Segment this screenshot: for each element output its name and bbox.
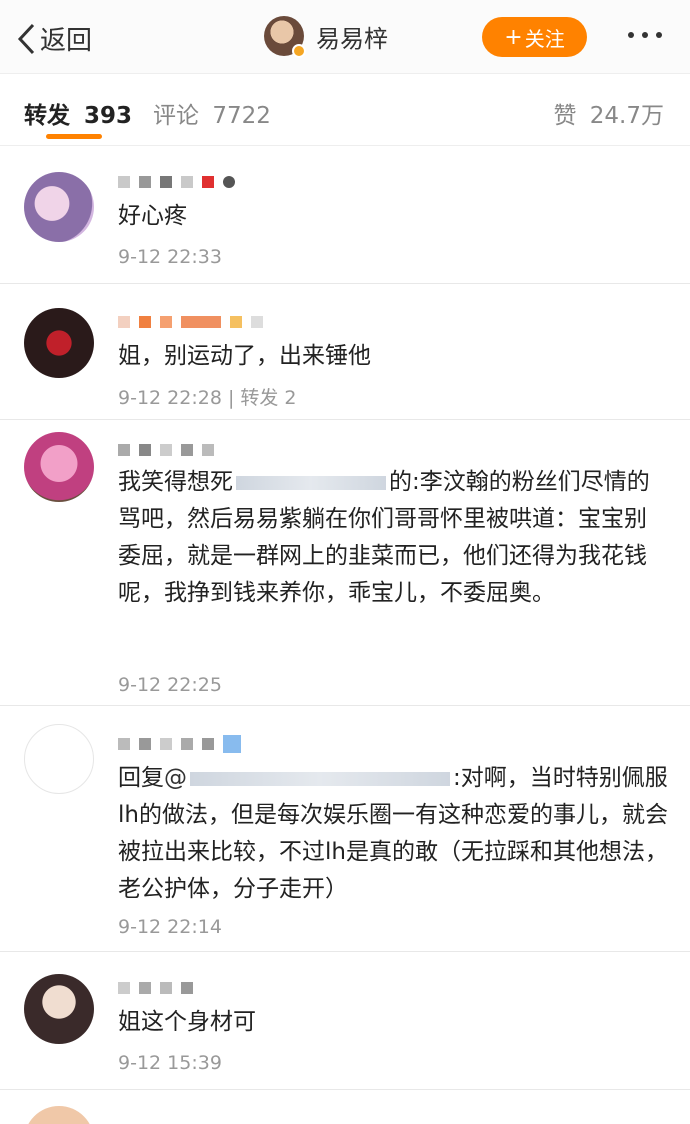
username-obscured[interactable] bbox=[118, 172, 244, 192]
follow-button[interactable]: + 关注 bbox=[482, 17, 587, 57]
verified-badge-icon bbox=[292, 44, 306, 58]
plus-icon: + bbox=[504, 24, 523, 50]
chevron-left-icon bbox=[17, 23, 35, 54]
comment-timestamp: 9-12 22:33 bbox=[118, 246, 222, 268]
avatar[interactable] bbox=[24, 172, 94, 242]
list-item[interactable] bbox=[0, 1090, 690, 1124]
tab-comments-label: 评论 bbox=[153, 103, 199, 129]
comment-prefix: 我笑得想死 bbox=[118, 469, 233, 495]
top-bar: 返回 易易梓 + 关注 bbox=[0, 0, 690, 74]
avatar[interactable] bbox=[264, 16, 306, 58]
list-item[interactable]: 好心疼 9-12 22:33 bbox=[0, 146, 690, 284]
tab-comments-count: 7722 bbox=[212, 103, 271, 129]
comment-text: 姐这个身材可 bbox=[118, 1009, 256, 1035]
more-options-icon[interactable] bbox=[628, 32, 662, 38]
comment-prefix-mid: 的: bbox=[389, 469, 420, 495]
author-name[interactable]: 易易梓 bbox=[316, 19, 388, 54]
list-item[interactable]: 回复@:对啊，当时特别佩服lh的做法，但是每次娱乐圈一有这种恋爱的事儿，就会被拉… bbox=[0, 706, 690, 952]
comment-text-block: 回复@:对啊，当时特别佩服lh的做法，但是每次娱乐圈一有这种恋爱的事儿，就会被拉… bbox=[118, 760, 668, 908]
tab-likes-label: 赞 bbox=[553, 103, 577, 129]
follow-label: 关注 bbox=[524, 26, 565, 51]
comment-timestamp: 9-12 15:39 bbox=[118, 1052, 222, 1074]
username-obscured[interactable] bbox=[118, 978, 202, 998]
comment-text: :对啊，当时特别佩服lh的做法，但是每次娱乐圈一有这种恋爱的事儿，就会被拉出来比… bbox=[118, 765, 668, 902]
post-author[interactable]: 易易梓 bbox=[264, 16, 388, 58]
avatar[interactable] bbox=[24, 1106, 94, 1124]
tab-repost-count: 393 bbox=[84, 103, 133, 129]
comment-timestamp: 9-12 22:28 | 转发 2 bbox=[118, 387, 297, 409]
tab-repost-label: 转发 bbox=[24, 103, 70, 129]
username-obscured[interactable] bbox=[118, 312, 272, 332]
back-label: 返回 bbox=[40, 26, 93, 56]
list-item[interactable]: 姐，别运动了，出来锤他 9-12 22:28 | 转发 2 bbox=[0, 284, 690, 420]
active-tab-indicator bbox=[46, 134, 102, 139]
comment-text: 好心疼 bbox=[118, 203, 187, 229]
avatar[interactable] bbox=[24, 308, 94, 378]
mention-at[interactable]: @ bbox=[164, 765, 187, 791]
tab-bar: 转发 393 评论 7722 赞 24.7万 bbox=[0, 74, 690, 146]
avatar[interactable] bbox=[24, 974, 94, 1044]
tab-repost[interactable]: 转发 393 bbox=[24, 96, 132, 130]
reply-prefix: 回复 bbox=[118, 765, 164, 791]
list-item[interactable]: 我笑得想死 的:李汶翰的粉丝们尽情的骂吧，然后易易紫躺在你们哥哥怀里被哄道：宝宝别… bbox=[0, 420, 690, 706]
comment-timestamp: 9-12 22:14 bbox=[118, 916, 222, 938]
tab-likes[interactable]: 赞 24.7万 bbox=[553, 96, 664, 130]
comment-timestamp: 9-12 22:25 bbox=[118, 674, 222, 696]
tab-comments[interactable]: 评论 7722 bbox=[153, 96, 271, 130]
comment-text: 姐，别运动了，出来锤他 bbox=[118, 343, 371, 369]
mention-obscured[interactable] bbox=[236, 475, 386, 490]
back-button[interactable]: 返回 bbox=[16, 20, 92, 57]
comment-text-block: 我笑得想死 的:李汶翰的粉丝们尽情的骂吧，然后易易紫躺在你们哥哥怀里被哄道：宝宝别… bbox=[118, 464, 668, 612]
avatar[interactable] bbox=[24, 432, 94, 502]
mention-obscured[interactable] bbox=[190, 771, 450, 786]
avatar[interactable] bbox=[24, 724, 94, 794]
username-obscured[interactable] bbox=[118, 440, 223, 460]
tab-likes-count: 24.7万 bbox=[589, 103, 664, 129]
username-obscured[interactable] bbox=[118, 734, 250, 754]
list-item[interactable]: 姐这个身材可 9-12 15:39 bbox=[0, 952, 690, 1090]
